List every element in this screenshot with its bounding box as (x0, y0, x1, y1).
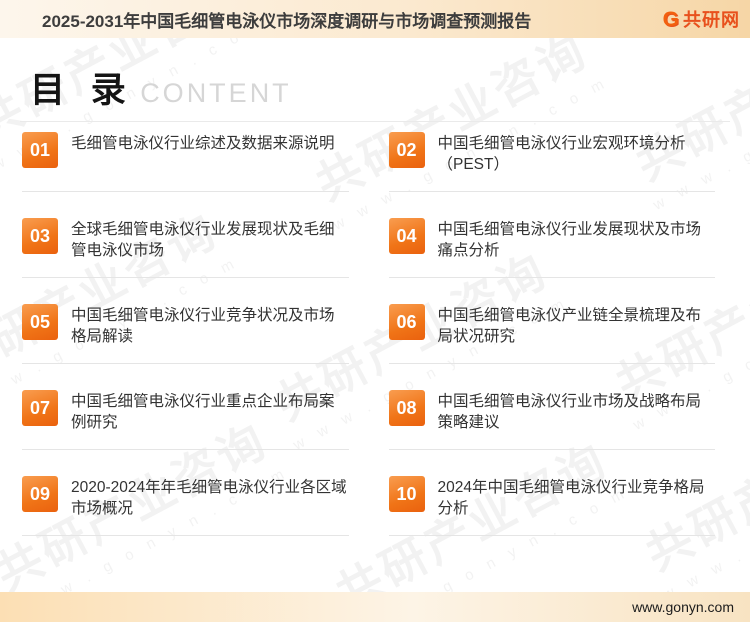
toc-item-number-badge: 03 (22, 218, 58, 254)
toc-item-number-badge: 01 (22, 132, 58, 168)
toc-item-04: 04 中国毛细管电泳仪行业发展现状及市场痛点分析 (388, 218, 715, 278)
gonyn-logo-text: 共研网 (683, 10, 740, 30)
toc-item-02: 02 中国毛细管电泳仪行业宏观环境分析（PEST） (388, 132, 715, 192)
toc-item-03: 03 全球毛细管电泳仪行业发展现状及毛细管电泳仪市场 (22, 218, 349, 278)
toc-item-number-badge: 05 (22, 304, 58, 340)
report-title: 2025-2031年中国毛细管电泳仪市场深度调研与市场调查预测报告 (42, 11, 532, 31)
toc-item-number-badge: 10 (388, 476, 425, 512)
toc-item-07: 07 中国毛细管电泳仪行业重点企业布局案例研究 (22, 390, 349, 450)
toc-item-05: 05 中国毛细管电泳仪行业竞争状况及市场格局解读 (22, 304, 349, 364)
toc-heading: 目 录 (30, 71, 134, 110)
toc-item-number-badge: 02 (388, 132, 425, 168)
toc-item-title: 2020-2024年年毛细管电泳仪行业各区域市场概况 (71, 479, 347, 517)
toc-item-number-badge: 07 (22, 390, 58, 426)
toc-item-08: 08 中国毛细管电泳仪行业市场及战略布局策略建议 (388, 390, 715, 450)
toc-item-title: 毛细管电泳仪行业综述及数据来源说明 (71, 135, 335, 152)
heading-divider (20, 121, 730, 122)
toc-item-title: 中国毛细管电泳仪产业链全景梳理及布局状况研究 (437, 307, 702, 345)
toc-item-number-badge: 06 (388, 304, 425, 340)
toc-item-number-badge: 09 (22, 476, 58, 512)
toc-grid: 01 毛细管电泳仪行业综述及数据来源说明 02 中国毛细管电泳仪行业宏观环境分析… (22, 132, 715, 536)
footer-url: www.gonyn.com (632, 599, 734, 615)
toc-item-title: 中国毛细管电泳仪行业发展现状及市场痛点分析 (437, 221, 702, 259)
toc-item-title: 中国毛细管电泳仪行业市场及战略布局策略建议 (437, 393, 702, 431)
toc-item-title: 全球毛细管电泳仪行业发展现状及毛细管电泳仪市场 (71, 221, 335, 259)
toc-item-number-badge: 04 (388, 218, 425, 254)
toc-item-09: 09 2020-2024年年毛细管电泳仪行业各区域市场概况 (22, 476, 349, 536)
toc-item-01: 01 毛细管电泳仪行业综述及数据来源说明 (22, 132, 349, 192)
report-toc-page: 共研产业咨询 w w w . g o n y n . c o m 共研产业咨询 … (0, 0, 750, 622)
toc-item-title: 中国毛细管电泳仪行业宏观环境分析（PEST） (437, 135, 686, 173)
footer-bar: www.gonyn.com (0, 592, 750, 622)
header-bar: 2025-2031年中国毛细管电泳仪市场深度调研与市场调查预测报告 G 共研网 (0, 0, 750, 38)
toc-item-10: 10 2024年中国毛细管电泳仪行业竞争格局分析 (388, 476, 715, 536)
gonyn-logo: G 共研网 (663, 6, 740, 32)
toc-item-title: 2024年中国毛细管电泳仪行业竞争格局分析 (437, 479, 705, 517)
toc-item-title: 中国毛细管电泳仪行业竞争状况及市场格局解读 (71, 307, 335, 345)
toc-item-title: 中国毛细管电泳仪行业重点企业布局案例研究 (71, 393, 335, 431)
toc-item-number-badge: 08 (388, 390, 425, 426)
toc-heading-wrap: 目 录 CONTENT (0, 38, 750, 113)
toc-content: 目 录 CONTENT 01 毛细管电泳仪行业综述及数据来源说明 02 中国毛细… (0, 38, 750, 536)
gonyn-logo-icon: G (662, 7, 679, 31)
toc-item-06: 06 中国毛细管电泳仪产业链全景梳理及布局状况研究 (388, 304, 715, 364)
toc-heading-english: CONTENT (140, 78, 292, 108)
